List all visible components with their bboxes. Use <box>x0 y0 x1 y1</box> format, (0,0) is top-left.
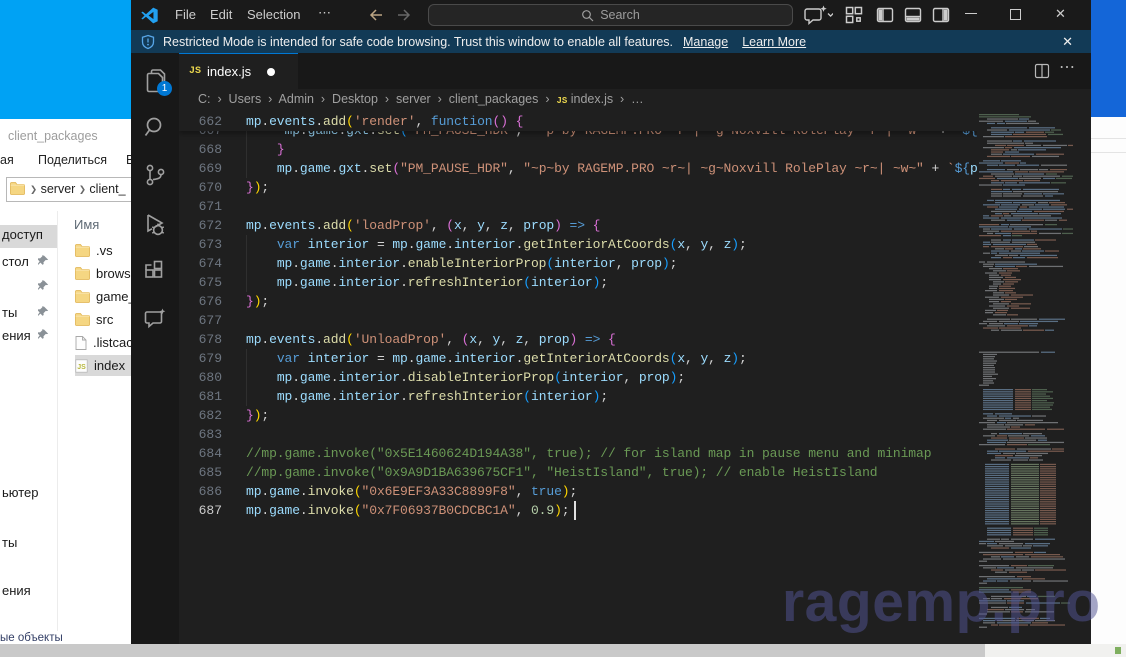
svg-text:JS: JS <box>77 364 86 371</box>
